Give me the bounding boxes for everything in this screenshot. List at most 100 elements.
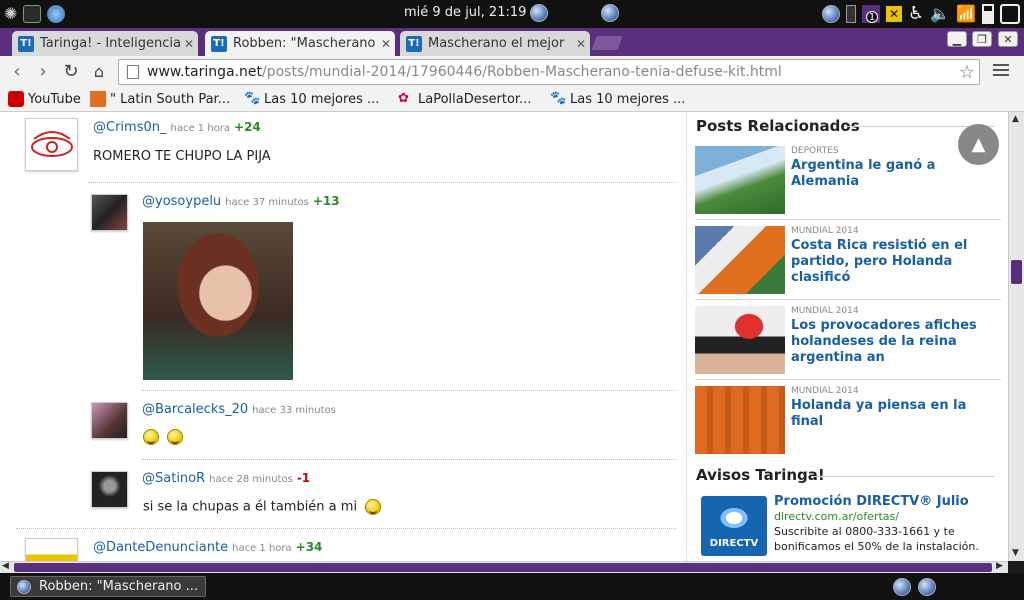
bookmark-label: " Latin South Par... <box>110 91 231 107</box>
related-post-thumbnail[interactable] <box>695 386 785 454</box>
directv-logo[interactable]: DIRECTV <box>701 496 767 556</box>
paw-icon: 🐾 <box>244 91 261 106</box>
address-bar[interactable]: www.taringa.net/posts/mundial-2014/17960… <box>118 59 980 85</box>
taskbar-window-label: Robben: "Mascherano ... <box>39 579 199 594</box>
tab-taringa[interactable]: T! Taringa! - Inteligencia c ✕ <box>12 31 198 56</box>
tab-bar: T! Taringa! - Inteligencia c ✕ T! Robben… <box>0 28 1024 56</box>
clock[interactable]: mié 9 de jul, 21:19 <box>404 5 526 20</box>
notification-count: 1 <box>866 10 879 23</box>
ad-title[interactable]: Promoción DIRECTV® Julio <box>774 494 969 509</box>
battery-indicator-icon[interactable] <box>846 4 857 23</box>
home-icon[interactable]: ⌂ <box>88 62 110 82</box>
scroll-down-icon[interactable]: ▼ <box>1012 548 1019 558</box>
scrollbar-thumb[interactable] <box>14 563 992 572</box>
comment-vote: +24 <box>234 120 261 134</box>
tab-close-icon[interactable]: ✕ <box>180 37 198 51</box>
avatar[interactable] <box>25 538 78 561</box>
chrome-menu-icon[interactable] <box>993 64 1009 78</box>
globe-icon <box>530 4 548 22</box>
browser-launcher-icon[interactable] <box>47 4 66 23</box>
bookmark-lapolladesertor[interactable]: ✿ LaPollaDesertor... <box>398 91 531 107</box>
related-post-category: DEPORTES <box>791 146 839 156</box>
battery-icon[interactable] <box>982 3 994 24</box>
ad-block[interactable]: DIRECTV Promoción DIRECTV® Julio directv… <box>695 490 1001 560</box>
taskbar-window-button[interactable]: Robben: "Mascherano ... <box>10 576 206 597</box>
related-post-thumbnail[interactable] <box>695 306 785 374</box>
related-post-thumbnail[interactable] <box>695 146 785 214</box>
close-x-icon[interactable]: ✕ <box>886 5 903 22</box>
comment-username[interactable]: @DanteDenunciante <box>93 540 228 555</box>
tab-close-icon[interactable]: ✕ <box>572 37 590 51</box>
related-post[interactable]: MUNDIAL 2014 Costa Rica resistió en el p… <box>695 226 1001 296</box>
related-post[interactable]: DEPORTES Argentina le ganó a Alemania <box>695 146 1001 216</box>
forward-arrow-icon[interactable]: › <box>32 62 54 82</box>
menu-spiral-icon[interactable]: ✺ <box>4 4 17 23</box>
horizontal-scrollbar[interactable]: ◀ ▶ <box>0 561 1008 573</box>
comment-emoticons <box>143 429 184 445</box>
ad-url[interactable]: directv.com.ar/ofertas/ <box>774 510 899 523</box>
scroll-up-icon[interactable]: ▲ <box>1012 114 1019 124</box>
accessibility-icon[interactable]: ♿ <box>908 3 924 24</box>
globe-icon[interactable] <box>918 578 936 596</box>
bookmark-las-10-mejores[interactable]: 🐾 Las 10 mejores ... <box>244 91 379 107</box>
avatar[interactable] <box>91 194 128 231</box>
terminal-icon[interactable] <box>23 4 42 23</box>
new-tab-button[interactable] <box>591 36 623 50</box>
tab-close-icon[interactable]: ✕ <box>377 37 395 51</box>
related-post-thumbnail[interactable] <box>695 226 785 294</box>
network-icon[interactable] <box>1000 3 1020 24</box>
back-arrow-icon[interactable]: ‹ <box>6 62 28 82</box>
related-post-title[interactable]: Los provocadores afiches holandeses de l… <box>791 318 991 366</box>
bookmark-youtube[interactable]: YouTube <box>8 91 81 107</box>
scroll-to-top-button[interactable]: ▲ <box>958 124 999 165</box>
comment-time: hace 28 minutos <box>209 474 293 485</box>
wifi-icon[interactable]: 📶 <box>956 4 976 23</box>
reload-icon[interactable]: ↻ <box>60 62 82 82</box>
comment-vote: +13 <box>312 194 340 208</box>
scroll-right-icon[interactable]: ▶ <box>996 561 1003 571</box>
globe-icon[interactable] <box>893 578 911 596</box>
bookmark-las-10-mejores-2[interactable]: 🐾 Las 10 mejores ... <box>550 91 685 107</box>
comment-username[interactable]: @SatinoR <box>142 471 205 486</box>
comment-text: si se la chupas a él también a mi <box>143 499 358 515</box>
related-post-title[interactable]: Costa Rica resistió en el partido, pero … <box>791 238 991 286</box>
bookmark-star-icon[interactable]: ☆ <box>959 62 975 83</box>
comment-image[interactable] <box>143 222 293 380</box>
comment-username[interactable]: @Crims0n_ <box>93 120 166 135</box>
browser-toolbar: ‹ › ↻ ⌂ www.taringa.net/posts/mundial-20… <box>0 56 1024 88</box>
scroll-left-icon[interactable]: ◀ <box>2 561 9 571</box>
related-post[interactable]: MUNDIAL 2014 Holanda ya piensa en la fin… <box>695 386 1001 456</box>
related-post-title[interactable]: Argentina le ganó a Alemania <box>791 158 991 190</box>
volume-icon[interactable]: 🔈 <box>930 4 950 23</box>
comment-vote: +34 <box>295 540 323 554</box>
related-post-title[interactable]: Holanda ya piensa en la final <box>791 398 991 430</box>
scrollbar-thumb[interactable] <box>1011 260 1022 284</box>
comment-username[interactable]: @yosoypelu <box>142 194 221 209</box>
comment-meta: @Crims0n_ hace 1 hora +24 <box>93 120 261 135</box>
bookmarks-bar: YouTube " Latin South Par... 🐾 Las 10 me… <box>0 88 1024 112</box>
avatar[interactable] <box>91 471 128 508</box>
bookmark-label: Las 10 mejores ... <box>570 91 686 107</box>
notification-icon[interactable]: 1 <box>862 4 881 23</box>
minimize-button[interactable]: ▁ <box>947 31 967 47</box>
panel-right-icons: 1 ✕ ♿ 🔈 📶 <box>822 3 1020 24</box>
tab-mascherano[interactable]: T! Mascherano el mejor ✕ <box>400 31 590 56</box>
window-close-button[interactable]: ✕ <box>998 31 1018 47</box>
ad-description: Suscribite al 0800-333-1661 y te bonific… <box>774 525 979 553</box>
related-post[interactable]: MUNDIAL 2014 Los provocadores afiches ho… <box>695 306 1001 376</box>
tab-robben[interactable]: T! Robben: "Mascherano ✕ <box>205 31 395 56</box>
restore-button[interactable]: ❐ <box>972 31 992 47</box>
avatar[interactable] <box>91 402 128 439</box>
avatar[interactable] <box>25 118 78 171</box>
comment-time: hace 37 minutos <box>225 197 309 208</box>
flower-icon: ✿ <box>398 91 409 106</box>
comment-meta: @SatinoR hace 28 minutos -1 <box>142 471 310 486</box>
comment-username[interactable]: @Barcalecks_20 <box>142 402 248 417</box>
comment-text: ROMERO TE CHUPO LA PIJA <box>93 149 271 164</box>
weather-globe-icon[interactable] <box>822 4 841 23</box>
vertical-scrollbar[interactable]: ▲ ▼ <box>1008 112 1024 561</box>
bookmark-latin-south[interactable]: " Latin South Par... <box>90 91 230 107</box>
chevron-up-icon: ▲ <box>971 134 986 155</box>
comment-meta: @Barcalecks_20 hace 33 minutos <box>142 402 336 417</box>
related-posts-title: Posts Relacionados <box>696 117 860 135</box>
